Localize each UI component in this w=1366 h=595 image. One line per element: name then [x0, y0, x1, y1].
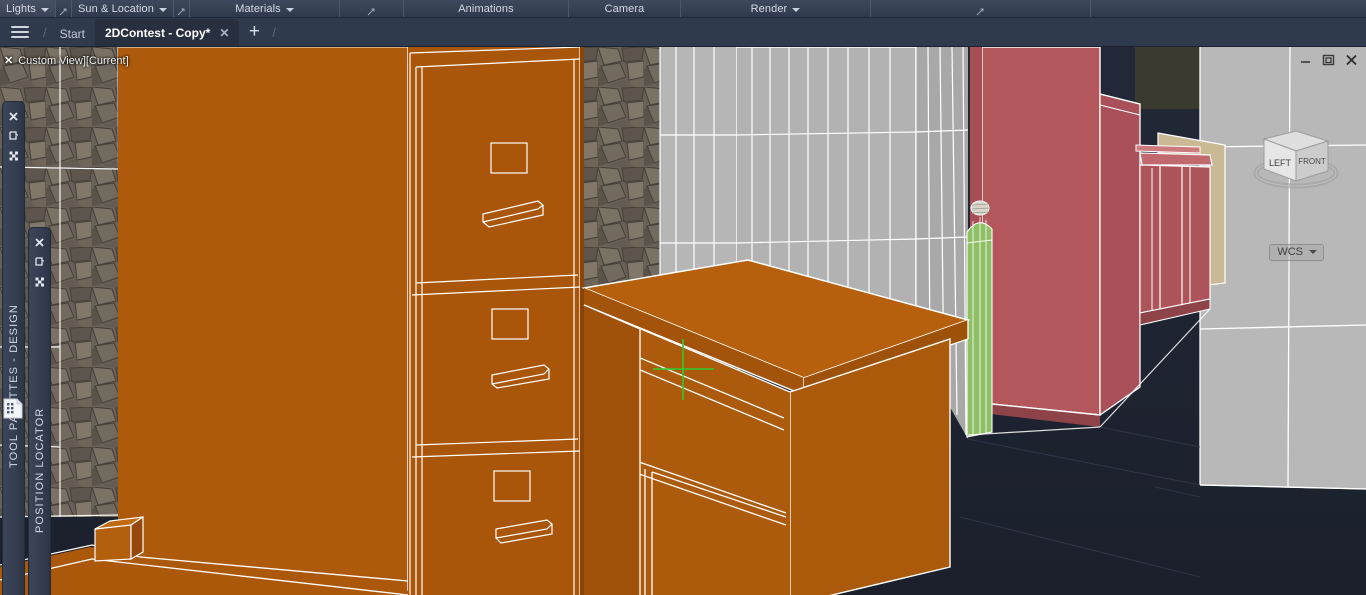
- ribbon-empty-area: [1091, 0, 1366, 17]
- close-icon[interactable]: ✕: [219, 27, 229, 39]
- view-cube[interactable]: LEFT FRONT: [1250, 107, 1342, 207]
- auto-hide-icon[interactable]: [31, 253, 49, 271]
- close-viewport-button[interactable]: [1345, 54, 1358, 66]
- ribbon-panel-render[interactable]: Render: [681, 0, 871, 17]
- new-tab-button[interactable]: +: [239, 17, 269, 46]
- hamburger-line: [11, 25, 29, 28]
- ribbon-panel-animations[interactable]: Animations: [404, 0, 569, 17]
- 3d-model-scene[interactable]: [0, 47, 1366, 595]
- tab-start[interactable]: Start: [50, 21, 95, 46]
- close-icon[interactable]: [5, 107, 23, 125]
- minimize-viewport-button[interactable]: [1299, 54, 1312, 66]
- restore-viewport-button[interactable]: [1322, 54, 1335, 66]
- ribbon-panel-lights[interactable]: Lights: [0, 0, 56, 17]
- close-icon[interactable]: [31, 233, 49, 251]
- tab-start-label: Start: [59, 26, 85, 41]
- lights-dialog-launcher[interactable]: [56, 0, 72, 17]
- palette-title-tool-palettes: TOOL PALETTES - DESIGN: [7, 304, 20, 469]
- application-menu-button[interactable]: [0, 17, 40, 46]
- hamburger-line: [11, 30, 29, 33]
- wcs-label: WCS: [1277, 246, 1303, 258]
- tab-2dcontest-copy[interactable]: 2DContest - Copy* ✕: [94, 19, 240, 46]
- palette-title-position-locator: POSITION LOCATOR: [33, 407, 46, 533]
- ribbon-panel-render-label: Render: [750, 2, 788, 15]
- document-tab-bar: / Start 2DContest - Copy* ✕ + /: [0, 18, 1366, 47]
- ribbon-panel-bar: Lights Sun & Location Materials Animatio…: [0, 0, 1366, 18]
- hamburger-line: [11, 35, 29, 38]
- autocad-window: Lights Sun & Location Materials Animatio…: [0, 0, 1366, 595]
- chevron-down-icon: [158, 7, 167, 12]
- ribbon-panel-camera[interactable]: Camera: [569, 0, 681, 17]
- properties-icon[interactable]: [5, 147, 23, 165]
- palette-tool-palettes-design[interactable]: TOOL PALETTES - DESIGN: [2, 101, 25, 595]
- tab-separator: /: [272, 24, 276, 40]
- ribbon-panel-lights-label: Lights: [6, 2, 36, 15]
- tool-palettes-flyout-icon[interactable]: [3, 397, 23, 419]
- palette-position-locator[interactable]: POSITION LOCATOR: [28, 227, 51, 595]
- sun-location-dialog-launcher[interactable]: [174, 0, 190, 17]
- properties-icon[interactable]: [31, 273, 49, 291]
- viewport-window-controls: [1299, 54, 1358, 66]
- chevron-down-icon: [1309, 250, 1317, 254]
- ribbon-panel-camera-label: Camera: [604, 2, 645, 15]
- materials-dialog-launcher[interactable]: [340, 0, 404, 17]
- viewport-label[interactable]: ✕ Custom View][Current]: [4, 54, 129, 68]
- tab-2dcontest-copy-label: 2DContest - Copy*: [104, 25, 211, 40]
- ribbon-panel-sun-location[interactable]: Sun & Location: [72, 0, 174, 17]
- render-dialog-launcher[interactable]: [871, 0, 1091, 17]
- tab-separator: /: [43, 24, 47, 40]
- viewcube-face-left: LEFT: [1269, 158, 1292, 168]
- ribbon-panel-materials[interactable]: Materials: [190, 0, 340, 17]
- auto-hide-icon[interactable]: [5, 127, 23, 145]
- chevron-down-icon: [40, 7, 49, 12]
- coordinate-system-dropdown[interactable]: WCS: [1269, 244, 1324, 261]
- chevron-down-icon: [285, 7, 294, 12]
- chevron-down-icon: [792, 7, 801, 12]
- viewcube-face-front: FRONT: [1298, 157, 1326, 166]
- ribbon-panel-animations-label: Animations: [458, 2, 514, 15]
- drawing-viewport[interactable]: ✕ Custom View][Current] LEFT FRONT WCS T…: [0, 47, 1366, 595]
- viewport-label-text: Custom View][Current]: [18, 54, 129, 67]
- ribbon-panel-sun-location-label: Sun & Location: [77, 2, 154, 15]
- close-icon[interactable]: ✕: [4, 54, 13, 67]
- ribbon-panel-materials-label: Materials: [235, 2, 281, 15]
